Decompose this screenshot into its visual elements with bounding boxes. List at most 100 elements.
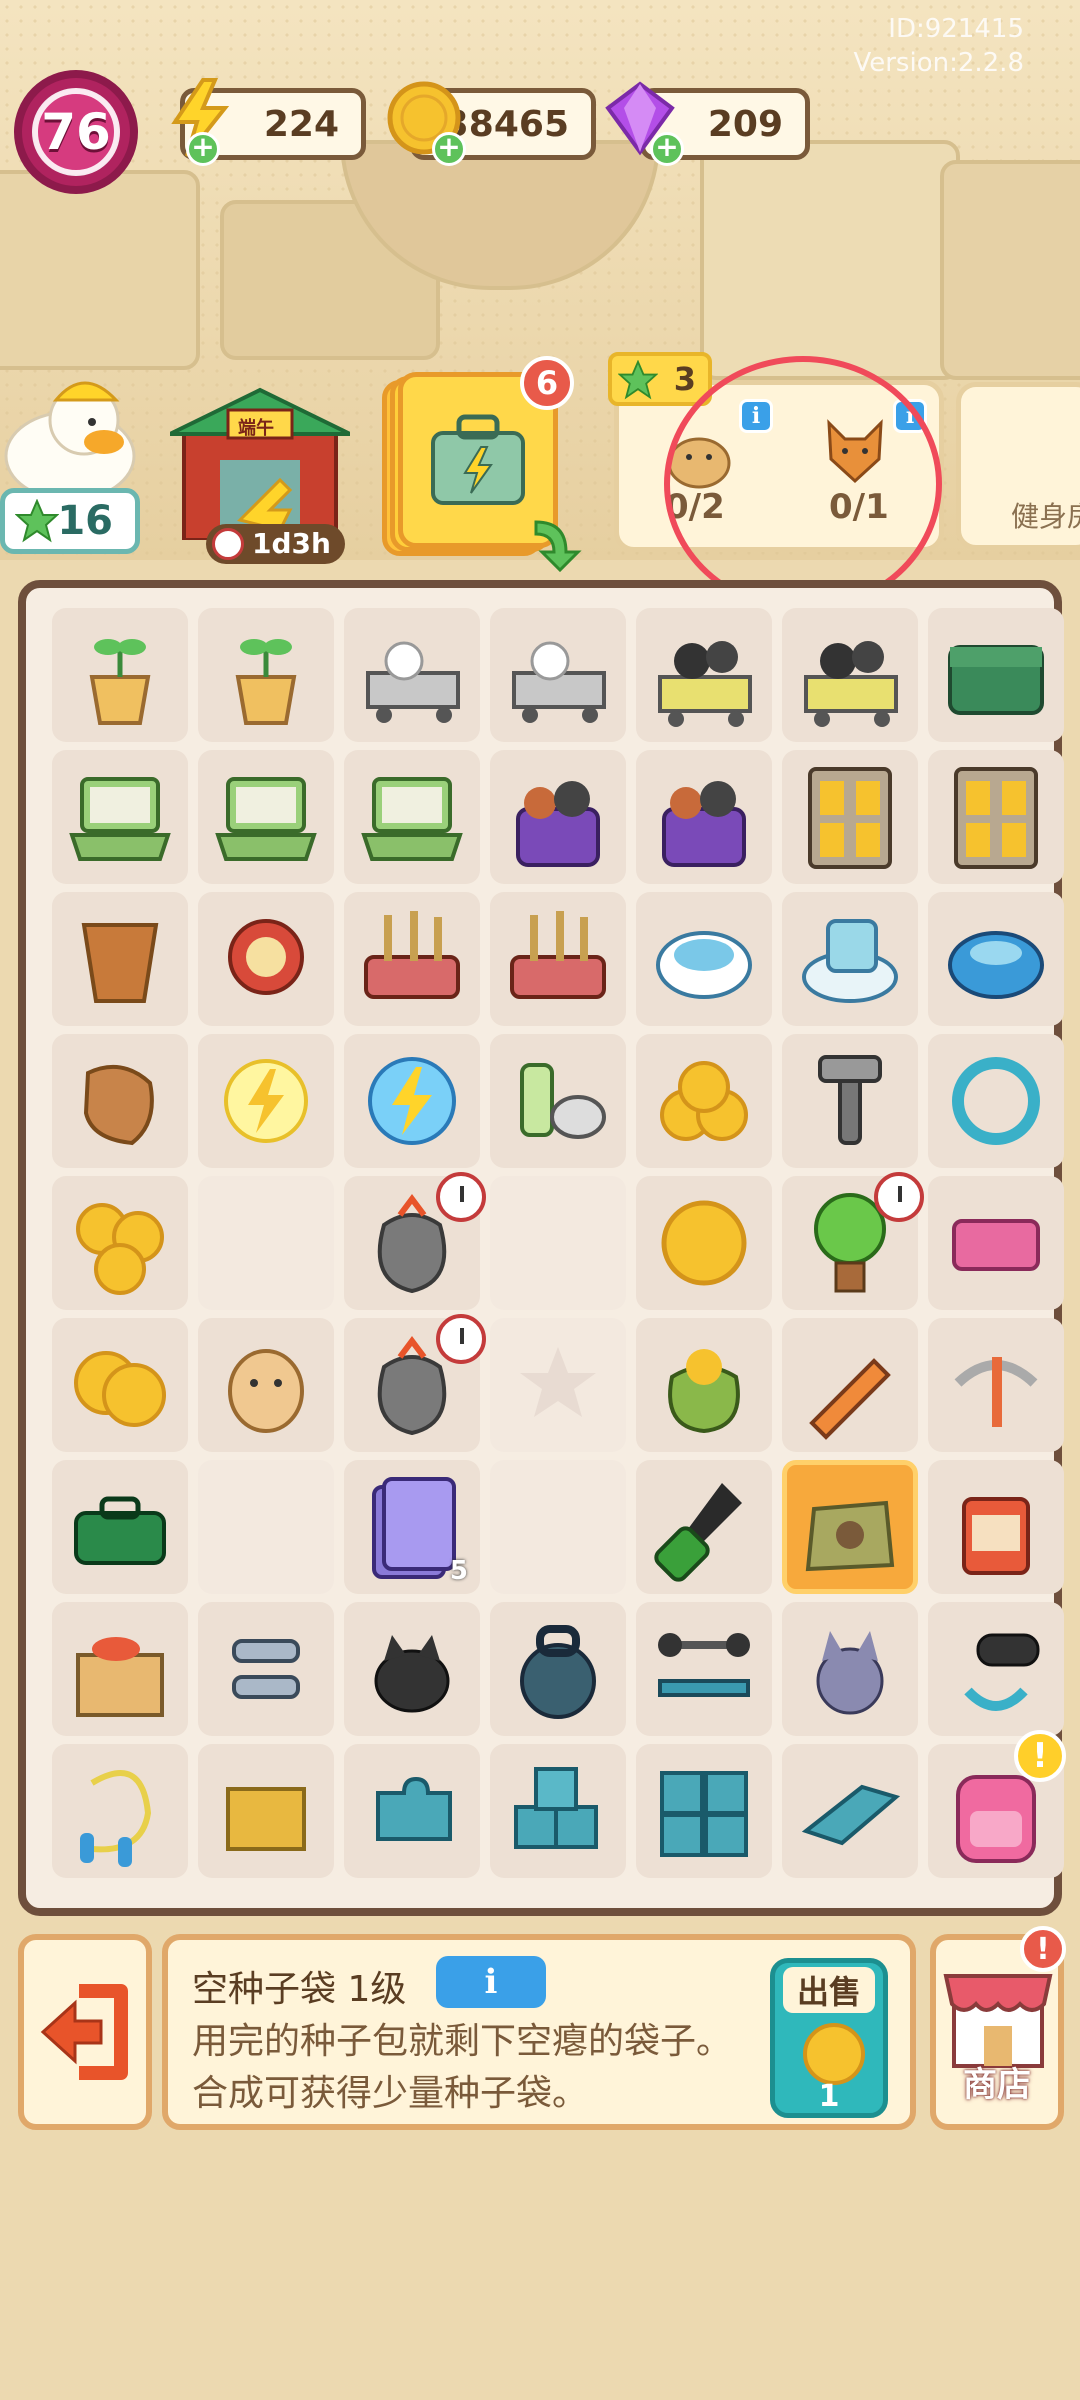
- board-cell-empty[interactable]: [198, 1460, 334, 1594]
- board-cell-empty[interactable]: [490, 1176, 626, 1310]
- board-cell-jump-rope[interactable]: [52, 1744, 188, 1878]
- board-cell-robot-vacuum[interactable]: [636, 892, 772, 1026]
- board-cell-star-slot[interactable]: [490, 1318, 626, 1452]
- board-cell-clay-pot[interactable]: [52, 892, 188, 1026]
- board-cell-gear-cart[interactable]: [782, 608, 918, 742]
- board-cell-hamster[interactable]: [198, 1318, 334, 1452]
- board-cell-shovel-cart[interactable]: [344, 892, 480, 1026]
- board-cell-energy-small[interactable]: [198, 1034, 334, 1168]
- board-cell-toolbox[interactable]: [52, 1460, 188, 1594]
- board-cell-paint-cans[interactable]: [490, 1034, 626, 1168]
- board-cell-flower-tree[interactable]: [782, 1172, 924, 1310]
- board-cell-puzzle-blue[interactable]: [344, 1744, 480, 1878]
- board-cell-seed-bag-empty[interactable]: [782, 1460, 918, 1594]
- board-cell-green-box[interactable]: [928, 608, 1064, 742]
- board-cell-robot-vacuum-blue[interactable]: [928, 892, 1064, 1026]
- shop-button[interactable]: 商店 !: [930, 1926, 1066, 2130]
- info-icon: i: [484, 1962, 498, 2002]
- version-text: Version:2.2.8: [853, 48, 1024, 78]
- soup-can-icon: [962, 1497, 1030, 1575]
- board-cell-sprout-pot[interactable]: [52, 608, 188, 742]
- board-cell-energy-bubble[interactable]: [344, 1034, 480, 1168]
- board-cell-cardboard-box[interactable]: [198, 1744, 334, 1878]
- board-cell-soup-can[interactable]: [928, 1460, 1064, 1594]
- toolbox-icon: [74, 1496, 166, 1565]
- board-cell-blue-blocks[interactable]: [490, 1744, 626, 1878]
- board-cell-seed-bag-timer[interactable]: [344, 1172, 486, 1310]
- board-cell-ring[interactable]: [928, 1034, 1064, 1168]
- board-cell-wood-chunk[interactable]: [52, 1034, 188, 1168]
- board-cell-pickaxe[interactable]: [928, 1318, 1064, 1452]
- board-cell-card-pack[interactable]: 5: [344, 1460, 480, 1594]
- board-cell-duck-cart[interactable]: [490, 608, 626, 742]
- merge-board: 5!: [18, 580, 1066, 1916]
- board-cell-laptop[interactable]: [52, 750, 188, 884]
- board-cell-coin[interactable]: [636, 1176, 772, 1310]
- add-energy-button[interactable]: +: [186, 132, 220, 166]
- item-info-button[interactable]: i: [436, 1956, 546, 2008]
- board-cell-laptop[interactable]: [344, 750, 480, 884]
- item-description-panel: 空种子袋 1级 i 用完的种子包就剩下空瘪的袋子。合成可获得少量种子袋。 出售 …: [162, 1934, 916, 2130]
- star-slot-icon: [520, 1347, 596, 1417]
- energy-small-icon: [224, 1059, 308, 1143]
- pink-brick-icon: [952, 1219, 1040, 1271]
- laptop-icon: [215, 777, 317, 861]
- gate-sign: 端午: [238, 418, 274, 439]
- board-cell-robot-vacuum-lab[interactable]: [782, 892, 918, 1026]
- board-cell-locker[interactable]: [782, 750, 918, 884]
- screwdriver-icon: [654, 1483, 742, 1582]
- board-cell-coin-pile[interactable]: [636, 1034, 772, 1168]
- arrow-icon: [534, 520, 582, 572]
- pencil-icon: [809, 1358, 891, 1440]
- board-cell-laptop[interactable]: [198, 750, 334, 884]
- duck-cart-icon: [366, 641, 460, 723]
- festival-gate[interactable]: 端午: [169, 380, 351, 542]
- board-cell-seed-bag-timer[interactable]: [344, 1314, 486, 1452]
- board-cell-pink-backpack[interactable]: !: [928, 1730, 1066, 1878]
- robot-vacuum-lab-icon: [802, 919, 898, 1003]
- exit-button[interactable]: [18, 1934, 152, 2130]
- board-cell-black-cat[interactable]: [344, 1602, 480, 1736]
- board-cell-coin-double[interactable]: [52, 1318, 188, 1452]
- board-cell-locker[interactable]: [928, 750, 1064, 884]
- board-cell-screwdriver[interactable]: [636, 1460, 772, 1594]
- board-cell-paint-box[interactable]: [52, 1602, 188, 1736]
- board-cell-kettlebell[interactable]: [490, 1602, 626, 1736]
- board-cell-purple-bag[interactable]: [490, 750, 626, 884]
- scene-building: [0, 170, 200, 370]
- card-pack-count: 5: [449, 1556, 468, 1586]
- add-gems-button[interactable]: +: [650, 132, 684, 166]
- board-cell-wrench[interactable]: [782, 1034, 918, 1168]
- board-cell-exercise-grip[interactable]: [198, 1602, 334, 1736]
- player-level-badge[interactable]: 76: [14, 70, 138, 194]
- board-cell-coin-sack[interactable]: [636, 1318, 772, 1452]
- gray-cat-icon: [816, 1631, 884, 1715]
- add-coins-button[interactable]: +: [432, 132, 466, 166]
- board-cell-purple-bag[interactable]: [636, 750, 772, 884]
- sell-button[interactable]: 出售 1: [770, 1958, 888, 2118]
- board-cell-puzzle-flat[interactable]: [782, 1744, 918, 1878]
- board-cell-empty[interactable]: [490, 1460, 626, 1594]
- goal-star-value: 3: [673, 360, 696, 398]
- hamster-icon: [228, 1349, 304, 1433]
- board-cell-shovel-cart[interactable]: [490, 892, 626, 1026]
- board-cell-foam-roller[interactable]: [928, 1602, 1064, 1736]
- green-box-icon: [948, 645, 1044, 715]
- next-order-card[interactable]: 健身房: [956, 382, 1080, 550]
- board-cell-empty[interactable]: [198, 1176, 334, 1310]
- laptop-icon: [69, 777, 171, 861]
- board-cell-pink-brick[interactable]: [928, 1176, 1064, 1310]
- board-cell-sprout-pot[interactable]: [198, 608, 334, 742]
- board-cell-bench-press[interactable]: [636, 1602, 772, 1736]
- board-cell-puzzle-cluster[interactable]: [636, 1744, 772, 1878]
- toolbox-energy-icon: [431, 414, 525, 505]
- board-cell-duck-cart[interactable]: [344, 608, 480, 742]
- energy-value: 224: [263, 103, 339, 145]
- board-cell-gray-cat[interactable]: [782, 1602, 918, 1736]
- board-cell-coin-stack[interactable]: [52, 1176, 188, 1310]
- board-cell-pencil[interactable]: [782, 1318, 918, 1452]
- board-cell-scale-tool[interactable]: [198, 892, 334, 1026]
- robot-vacuum-blue-icon: [948, 931, 1044, 999]
- laptop-icon: [361, 777, 463, 861]
- board-cell-gear-cart[interactable]: [636, 608, 772, 742]
